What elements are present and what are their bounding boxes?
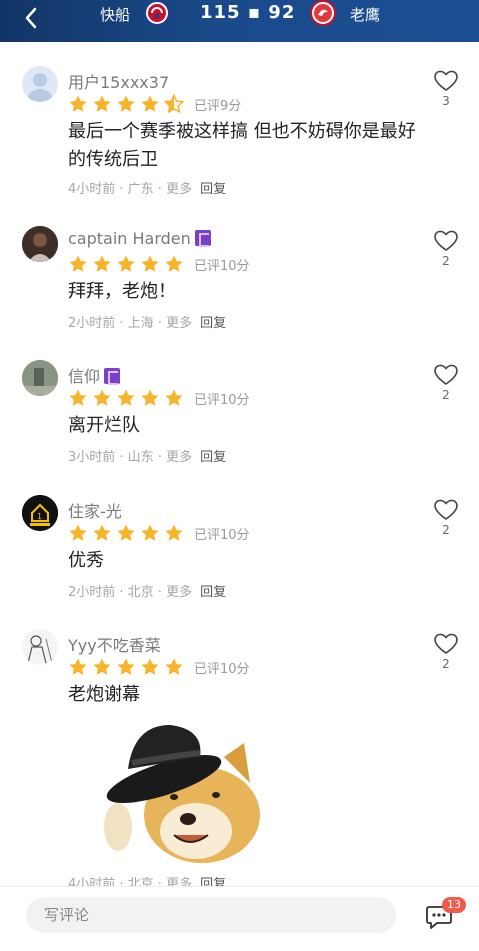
star-icon [69,389,87,406]
username[interactable]: 用户15xxx37 [68,69,169,93]
like-button[interactable] [432,66,460,94]
username[interactable]: 住家-光 [68,498,122,522]
rating-text: 已评10分 [194,527,250,543]
username[interactable]: captain Harden [68,229,211,248]
like-button[interactable] [432,360,460,388]
like-button[interactable] [432,495,460,523]
rating-text: 已评10分 [194,258,250,274]
username[interactable]: Yyy不吃香菜 [68,632,161,656]
comment-meta: 2小时前 · 北京 · 更多 回复 [68,581,226,600]
doge-sticker-image[interactable] [104,723,264,865]
star-icon [93,389,111,406]
game-score: 115 ▪ 92 [200,2,296,23]
star-icon [141,658,159,675]
heart-icon [434,230,458,251]
star-icon [117,255,135,272]
star-icon [117,524,135,541]
half-star-icon [164,94,184,114]
star-icon [93,658,111,675]
avatar[interactable] [22,226,58,262]
rating-text: 已评9分 [194,98,242,114]
rating-stars: 已评10分 [68,523,250,543]
clippers-logo [144,0,170,26]
rating-text: 已评10分 [194,392,250,408]
star-icon [165,524,183,541]
like-count: 2 [442,523,450,537]
comment-text: 最后一个赛季被这样搞 但也不妨碍你是最好的传统后卫 [68,121,416,170]
comment-text: 离开烂队 [68,415,140,436]
hawks-logo [310,0,336,26]
reply-button[interactable]: 回复 [200,450,226,465]
comment-input-bar: 写评论 13 [0,886,479,951]
star-icon [69,658,87,675]
like-count: 2 [442,657,450,671]
star-icon [165,658,183,675]
comment-meta: 3小时前 · 山东 · 更多 回复 [68,446,226,465]
comment-text: 老炮谢幕 [68,684,140,705]
heart-icon [434,633,458,654]
reply-button[interactable]: 回复 [200,585,226,600]
vip-badge-icon [194,230,211,247]
star-icon [165,389,183,406]
comment-text: 拜拜，老炮！ [68,281,176,302]
user-photo-icon [22,360,58,396]
svg-text:1: 1 [37,512,42,521]
rating-stars: 已评9分 [68,94,241,114]
star-icon [117,95,135,112]
comment-meta: 4小时前 · 广东 · 更多 回复 [68,178,226,197]
star-icon [141,95,159,112]
vip-badge-icon [104,368,121,385]
star-icon [117,658,135,675]
rating-stars: 已评10分 [68,388,250,408]
rating-text: 已评10分 [194,661,250,677]
back-button[interactable] [18,4,46,34]
avatar[interactable] [22,629,58,665]
star-icon [69,524,87,541]
heart-icon [434,70,458,91]
reply-button[interactable]: 回复 [200,182,226,197]
time-location-more[interactable]: 3小时前 · 山东 · 更多 [68,450,192,465]
chevron-left-icon [25,7,37,29]
user-photo-icon [22,226,58,262]
heart-icon [434,364,458,385]
rating-stars: 已评10分 [68,254,250,274]
comment-meta: 2小时前 · 上海 · 更多 回复 [68,312,226,331]
star-icon [93,524,111,541]
like-button[interactable] [432,629,460,657]
username[interactable]: 信仰 [68,363,121,387]
time-location-more[interactable]: 4小时前 · 广东 · 更多 [68,182,192,197]
like-count: 3 [442,94,450,108]
avatar[interactable]: 1 [22,495,58,531]
team-right-name: 老鹰 [350,6,381,24]
reply-button[interactable]: 回复 [200,316,226,331]
time-location-more[interactable]: 2小时前 · 北京 · 更多 [68,585,192,600]
sketch-avatar-icon [22,629,58,665]
star-icon [141,389,159,406]
star-icon [69,95,87,112]
star-icon [141,255,159,272]
rating-stars: 已评10分 [68,657,250,677]
avatar[interactable] [22,360,58,396]
time-location-more[interactable]: 2小时前 · 上海 · 更多 [68,316,192,331]
avatar[interactable] [22,66,58,102]
default-avatar-icon [28,73,52,102]
star-icon [93,255,111,272]
top-bar: 快船 115 ▪ 92 老鹰 [0,0,479,42]
like-count: 2 [442,388,450,402]
star-icon [141,524,159,541]
star-icon [93,95,111,112]
write-comment-input[interactable]: 写评论 [26,897,396,933]
heart-icon [434,499,458,520]
like-button[interactable] [432,226,460,254]
star-icon [165,255,183,272]
team-left-name: 快船 [100,6,131,24]
house-logo-icon: 1 [22,495,58,531]
star-icon [117,389,135,406]
comment-text: 优秀 [68,550,104,571]
comment-count-badge: 13 [442,897,466,913]
like-count: 2 [442,254,450,268]
star-icon [69,255,87,272]
